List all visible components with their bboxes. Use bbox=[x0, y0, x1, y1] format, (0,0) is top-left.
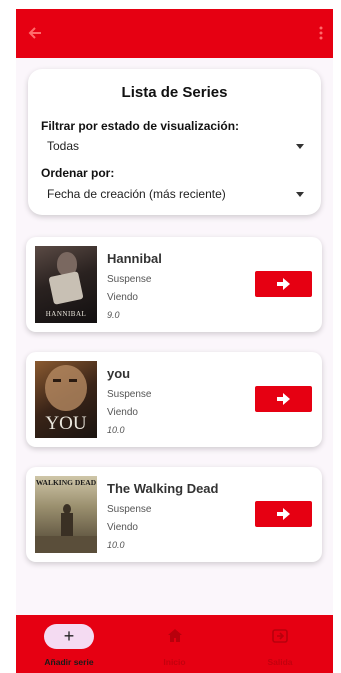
bottom-navigation: + Añadir serie Inicio Salida bbox=[16, 615, 333, 673]
series-genre: Suspense bbox=[107, 389, 152, 400]
more-vertical-icon[interactable] bbox=[318, 23, 324, 43]
status-filter-select[interactable]: Todas bbox=[41, 137, 308, 155]
arrow-right-icon bbox=[277, 278, 290, 290]
series-rating: 9.0 bbox=[107, 310, 120, 320]
series-card: HANNIBAL Hannibal Suspense Viendo 9.0 bbox=[26, 237, 322, 332]
nav-label-home: Inicio bbox=[163, 657, 186, 667]
poster-image: YOU bbox=[35, 361, 97, 438]
arrow-left-icon[interactable] bbox=[28, 23, 48, 43]
active-indicator: + bbox=[44, 624, 94, 649]
series-title: Hannibal bbox=[107, 251, 162, 266]
series-genre: Suspense bbox=[107, 274, 152, 285]
sort-select[interactable]: Fecha de creación (más reciente) bbox=[41, 185, 308, 203]
page-title: Lista de Series bbox=[121, 84, 228, 101]
plus-icon: + bbox=[63, 626, 75, 646]
poster-caption: HANNIBAL bbox=[45, 310, 87, 318]
series-title: you bbox=[107, 366, 131, 381]
open-series-button[interactable] bbox=[255, 386, 312, 412]
nav-label-add-series: Añadir serie bbox=[44, 657, 94, 667]
poster-caption: WALKING DEAD bbox=[35, 478, 97, 487]
series-rating: 10.0 bbox=[107, 425, 125, 435]
open-series-button[interactable] bbox=[255, 501, 312, 527]
status-filter-label: Filtrar por estado de visualización: bbox=[41, 119, 240, 133]
series-status: Viendo bbox=[107, 522, 138, 533]
series-title: The Walking Dead bbox=[107, 481, 219, 496]
poster-caption: YOU bbox=[45, 413, 87, 434]
arrow-right-icon bbox=[277, 393, 290, 405]
poster-image: WALKING DEAD bbox=[35, 476, 97, 553]
nav-item-home[interactable]: Inicio bbox=[122, 615, 227, 673]
sort-value: Fecha de creación (más reciente) bbox=[47, 187, 226, 201]
home-icon bbox=[167, 629, 182, 642]
series-genre: Suspense bbox=[107, 504, 152, 515]
series-rating: 10.0 bbox=[107, 540, 125, 550]
series-card: WALKING DEAD The Walking Dead Suspense V… bbox=[26, 467, 322, 562]
nav-item-add-series[interactable]: + Añadir serie bbox=[16, 615, 122, 673]
app-bar bbox=[16, 9, 333, 58]
series-status: Viendo bbox=[107, 407, 138, 418]
poster-image: HANNIBAL bbox=[35, 246, 97, 323]
arrow-right-icon bbox=[277, 508, 290, 520]
filter-card: Lista de Series Filtrar por estado de vi… bbox=[28, 69, 321, 215]
exit-icon bbox=[272, 629, 288, 643]
series-status: Viendo bbox=[107, 292, 138, 303]
chevron-down-icon bbox=[296, 144, 304, 149]
status-filter-value: Todas bbox=[47, 139, 80, 153]
nav-label-exit: Salida bbox=[267, 657, 293, 667]
app-screen: Lista de Series Filtrar por estado de vi… bbox=[16, 9, 333, 673]
chevron-down-icon bbox=[296, 192, 304, 197]
sort-label: Ordenar por: bbox=[41, 166, 115, 180]
series-card: YOU you Suspense Viendo 10.0 bbox=[26, 352, 322, 447]
nav-item-exit[interactable]: Salida bbox=[227, 615, 333, 673]
open-series-button[interactable] bbox=[255, 271, 312, 297]
